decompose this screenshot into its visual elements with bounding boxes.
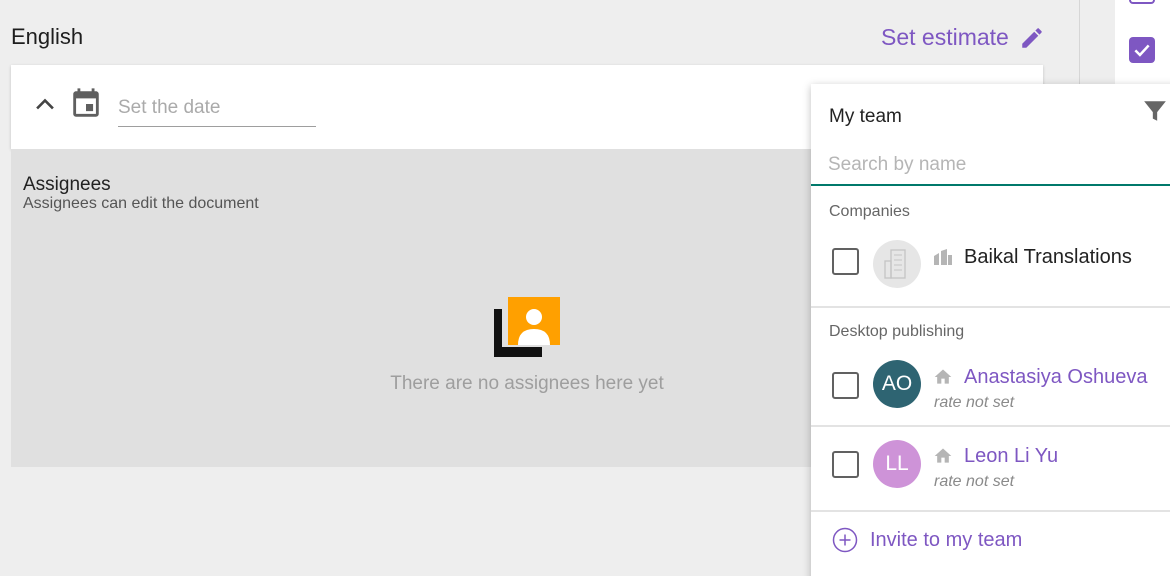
home-icon bbox=[934, 448, 952, 463]
strip-checkbox-checked[interactable] bbox=[1129, 37, 1155, 63]
member-name-leon-li-yu[interactable]: Leon Li Yu bbox=[964, 445, 1058, 468]
team-dropdown: My team Companies Baikal Translations De… bbox=[811, 84, 1170, 576]
checkbox-baikal-translations[interactable] bbox=[832, 248, 859, 275]
section-label-companies: Companies bbox=[829, 203, 910, 220]
checkbox-anastasiya-oshueva[interactable] bbox=[832, 372, 859, 399]
company-type-icon bbox=[934, 249, 952, 265]
column-divider bbox=[1079, 0, 1080, 90]
company-name: Baikal Translations bbox=[964, 246, 1132, 268]
member-divider bbox=[811, 425, 1170, 427]
home-icon bbox=[934, 369, 952, 384]
strip-checkbox-top[interactable] bbox=[1129, 0, 1155, 4]
chevron-up-icon[interactable] bbox=[33, 92, 57, 116]
avatar-anastasiya-oshueva: AO bbox=[873, 360, 921, 408]
checkbox-leon-li-yu[interactable] bbox=[832, 451, 859, 478]
app-root: English Set estimate Assignees Assignees… bbox=[0, 0, 1170, 576]
calendar-icon bbox=[73, 88, 99, 117]
date-input[interactable] bbox=[118, 89, 316, 127]
check-icon bbox=[1134, 44, 1150, 57]
set-estimate-label: Set estimate bbox=[881, 24, 1009, 50]
member-name-anastasiya-oshueva[interactable]: Anastasiya Oshueva bbox=[964, 366, 1147, 389]
invite-label: Invite to my team bbox=[870, 528, 1023, 551]
member-rate: rate not set bbox=[934, 473, 1015, 490]
section-label-desktop-publishing: Desktop publishing bbox=[829, 323, 965, 340]
invite-to-team-button[interactable]: Invite to my team bbox=[832, 527, 1022, 553]
language-title: English bbox=[11, 24, 84, 49]
section-divider bbox=[811, 306, 1170, 308]
assignees-title: Assignees bbox=[23, 174, 111, 195]
set-estimate-button[interactable]: Set estimate bbox=[881, 24, 1045, 51]
right-strip bbox=[1115, 0, 1170, 90]
company-avatar bbox=[873, 240, 921, 288]
member-rate: rate not set bbox=[934, 394, 1015, 411]
plus-circle-icon bbox=[832, 527, 858, 553]
team-title: My team bbox=[829, 106, 902, 127]
pencil-icon bbox=[1022, 27, 1042, 48]
assignees-subtitle: Assignees can edit the document bbox=[23, 195, 259, 212]
member-divider bbox=[811, 510, 1170, 512]
avatar-leon-li-yu: LL bbox=[873, 440, 921, 488]
filter-icon[interactable] bbox=[1142, 98, 1168, 124]
search-input[interactable] bbox=[811, 146, 1170, 186]
building-icon bbox=[884, 249, 906, 279]
empty-assignees-icon bbox=[494, 297, 560, 357]
